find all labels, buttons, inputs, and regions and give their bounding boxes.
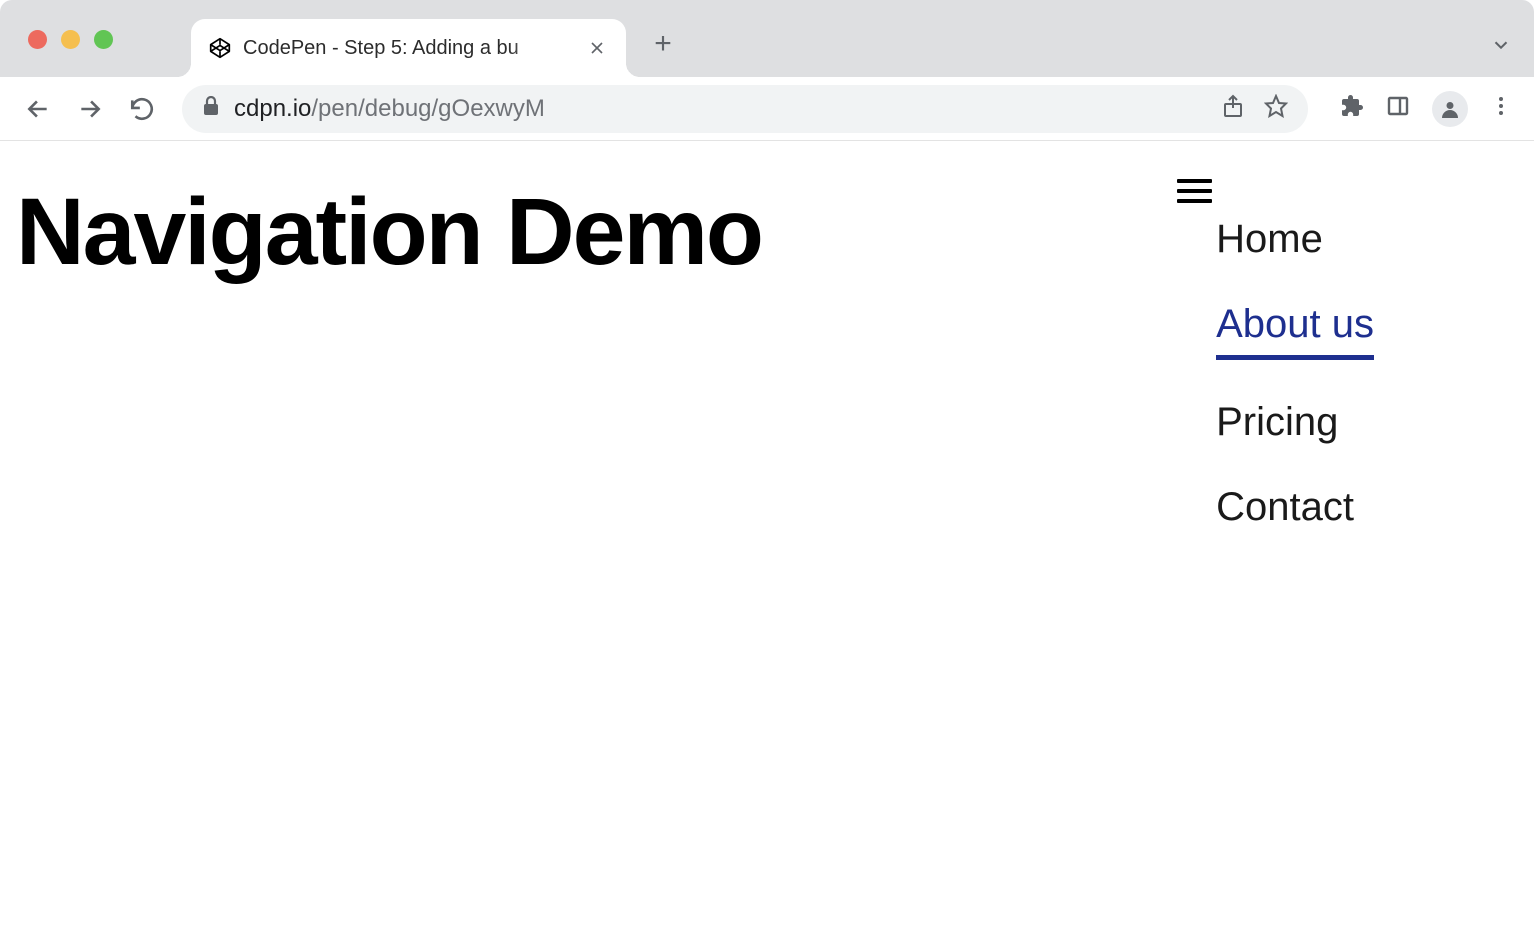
forward-button[interactable] — [68, 87, 112, 131]
browser-chrome: CodePen - Step 5: Adding a bu + — [0, 0, 1534, 141]
sidepanel-icon[interactable] — [1386, 94, 1410, 123]
toolbar-actions — [1326, 91, 1518, 127]
window-close-button[interactable] — [28, 30, 47, 49]
hamburger-bar-icon — [1177, 179, 1212, 183]
nav-link-about-us[interactable]: About us — [1216, 302, 1374, 360]
url-text: cdpn.io/pen/debug/gOexwyM — [234, 95, 1208, 123]
page-content: Navigation Demo Home About us Pricing Co… — [0, 141, 1534, 950]
hamburger-bar-icon — [1177, 199, 1212, 203]
window-maximize-button[interactable] — [94, 30, 113, 49]
url-domain: cdpn.io — [234, 95, 311, 122]
addressbar-actions — [1222, 94, 1288, 123]
hamburger-bar-icon — [1177, 189, 1212, 193]
browser-tab[interactable]: CodePen - Step 5: Adding a bu — [191, 19, 626, 77]
profile-avatar[interactable] — [1432, 91, 1468, 127]
lock-icon — [202, 96, 220, 121]
browser-titlebar: CodePen - Step 5: Adding a bu + — [0, 0, 1534, 77]
hamburger-menu-button[interactable] — [1177, 179, 1212, 203]
nav-link-pricing[interactable]: Pricing — [1216, 400, 1374, 445]
url-path: /pen/debug/gOexwyM — [311, 95, 544, 122]
browser-toolbar: cdpn.io/pen/debug/gOexwyM — [0, 77, 1534, 141]
kebab-menu-icon[interactable] — [1490, 95, 1512, 122]
tab-close-button[interactable] — [586, 37, 608, 59]
reload-button[interactable] — [120, 87, 164, 131]
tabs-dropdown-button[interactable] — [1490, 34, 1512, 61]
nav-link-contact[interactable]: Contact — [1216, 485, 1374, 530]
codepen-favicon-icon — [209, 37, 231, 59]
address-bar[interactable]: cdpn.io/pen/debug/gOexwyM — [182, 85, 1308, 133]
tab-title: CodePen - Step 5: Adding a bu — [243, 37, 574, 60]
extensions-icon[interactable] — [1340, 94, 1364, 123]
nav-menu: Home About us Pricing Contact — [1216, 217, 1374, 530]
window-minimize-button[interactable] — [61, 30, 80, 49]
back-button[interactable] — [16, 87, 60, 131]
nav-link-home[interactable]: Home — [1216, 217, 1374, 262]
share-icon[interactable] — [1222, 94, 1244, 123]
window-controls — [28, 30, 113, 49]
bookmark-star-icon[interactable] — [1264, 94, 1288, 123]
new-tab-button[interactable]: + — [650, 27, 676, 61]
